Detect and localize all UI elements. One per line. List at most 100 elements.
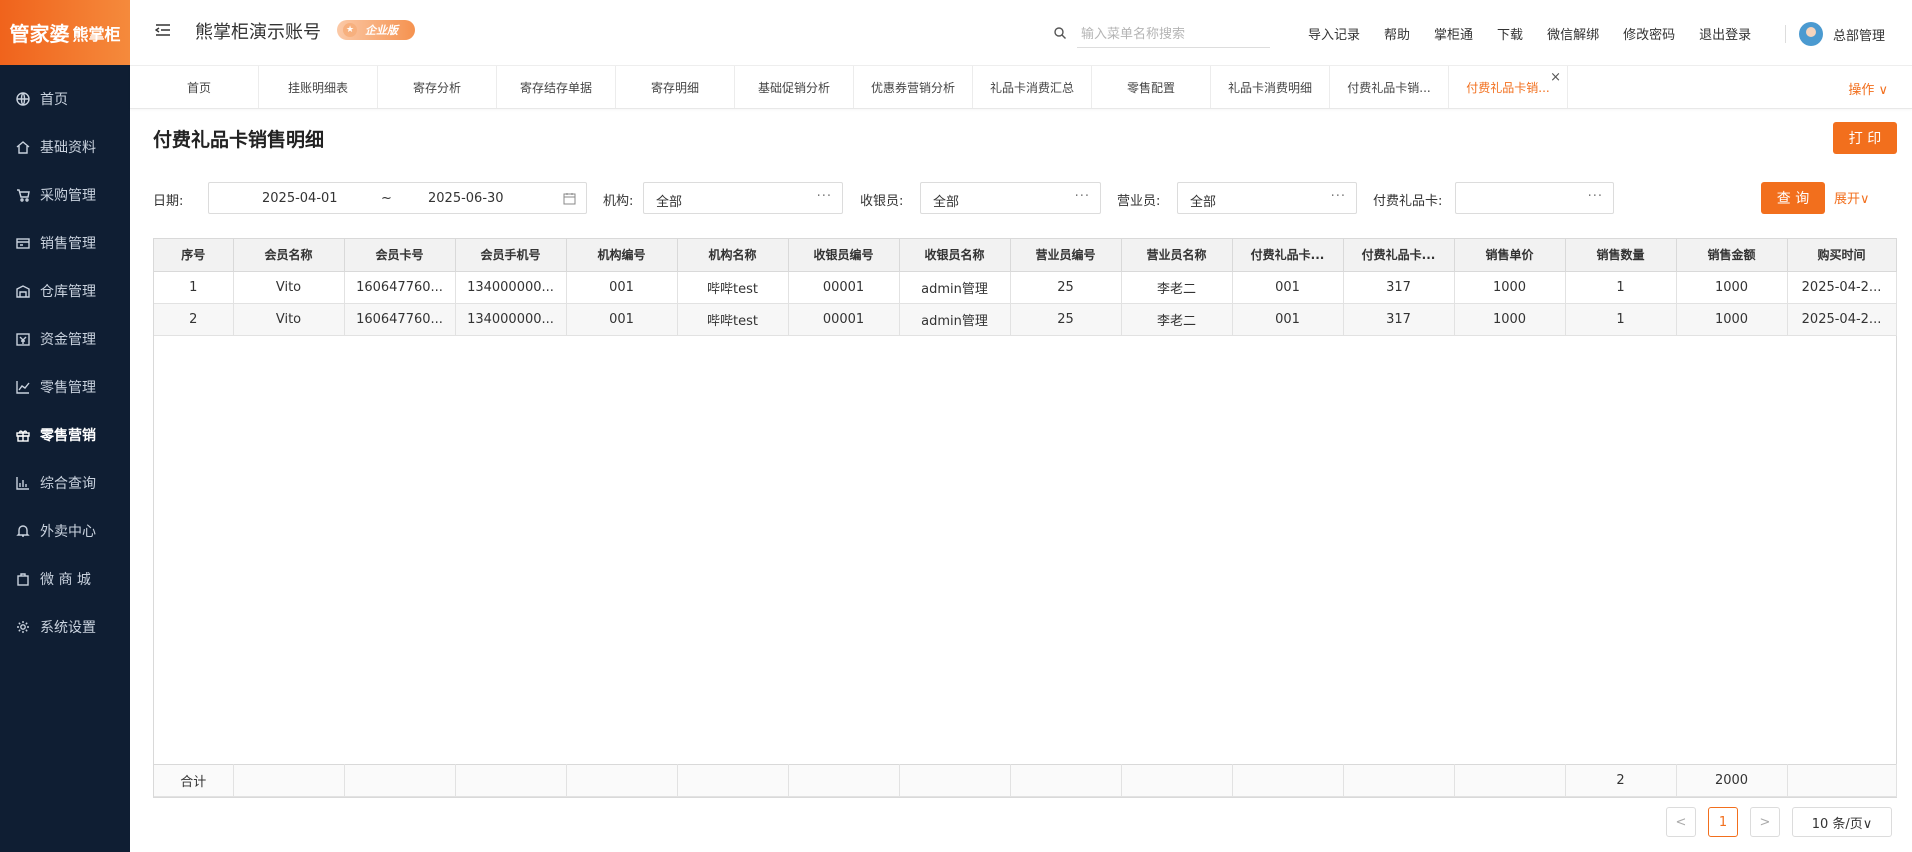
table-row[interactable]: 2 Vito 160647760... 134000000... 001 哔哔t… — [154, 303, 1897, 336]
sidebar-item-label: 首页 — [40, 92, 68, 108]
sidebar-item-retail-marketing[interactable]: 零售营销 — [0, 411, 130, 459]
table-cell: 2 — [154, 303, 234, 336]
table-cell: 哔哔test — [677, 303, 789, 336]
cashier-label: 收银员: — [860, 194, 904, 209]
summary-cell — [1454, 764, 1566, 797]
column-header[interactable]: 销售单价 — [1454, 239, 1566, 272]
link-download[interactable]: 下载 — [1497, 24, 1523, 43]
chart-icon — [16, 380, 30, 394]
link-wechat-unbind[interactable]: 微信解绑 — [1547, 24, 1599, 43]
column-header[interactable]: 序号 — [154, 239, 234, 272]
sidebar-item-label: 资金管理 — [40, 332, 96, 348]
link-help[interactable]: 帮助 — [1384, 24, 1410, 43]
column-header[interactable]: 营业员编号 — [1010, 239, 1122, 272]
link-change-password[interactable]: 修改密码 — [1623, 24, 1675, 43]
column-header[interactable]: 营业员名称 — [1121, 239, 1233, 272]
tab-paid-giftcard-sales-detail[interactable]: 付费礼品卡销... × — [1449, 66, 1568, 108]
user-menu[interactable]: 总部管理 — [1785, 22, 1886, 46]
expand-toggle[interactable]: 展开∨ — [1834, 188, 1870, 207]
divider — [1785, 25, 1786, 43]
tab-retail-config[interactable]: 零售配置 — [1092, 66, 1211, 108]
globe-icon — [16, 92, 30, 106]
operations-menu[interactable]: 操作 ∨ — [1848, 79, 1888, 98]
search-icon[interactable] — [1053, 26, 1067, 40]
column-header[interactable]: 会员卡号 — [344, 239, 456, 272]
table-cell: 25 — [1010, 271, 1122, 304]
tab-coupon-analysis[interactable]: 优惠券营销分析 — [854, 66, 973, 108]
tab-credit-detail[interactable]: 挂账明细表 — [259, 66, 378, 108]
column-header[interactable]: 销售金额 — [1676, 239, 1788, 272]
sidebar-item-retail[interactable]: 零售管理 — [0, 363, 130, 411]
giftcard-select[interactable]: ··· — [1455, 182, 1614, 214]
column-header[interactable]: 付费礼品卡... — [1343, 239, 1455, 272]
brand-logo[interactable]: 管家婆 熊掌柜 — [0, 0, 130, 65]
link-zhangguitong[interactable]: 掌柜通 — [1434, 24, 1473, 43]
column-header[interactable]: 收银员名称 — [899, 239, 1011, 272]
tab-home[interactable]: 首页 — [140, 66, 259, 108]
sidebar-item-query[interactable]: 综合查询 — [0, 459, 130, 507]
header-links: 导入记录 帮助 掌柜通 下载 微信解绑 修改密码 退出登录 — [1308, 24, 1775, 43]
more-icon[interactable]: ··· — [1588, 189, 1603, 204]
column-header[interactable]: 付费礼品卡... — [1232, 239, 1344, 272]
prev-page-button[interactable]: < — [1666, 807, 1696, 837]
table-row[interactable]: 1 Vito 160647760... 134000000... 001 哔哔t… — [154, 271, 1897, 304]
close-icon[interactable]: × — [1550, 70, 1561, 85]
tab-giftcard-summary[interactable]: 礼品卡消费汇总 — [973, 66, 1092, 108]
print-button[interactable]: 打 印 — [1833, 122, 1897, 154]
sidebar-item-basic-data[interactable]: 基础资料 — [0, 123, 130, 171]
sidebar-item-mall[interactable]: 微 商 城 — [0, 555, 130, 603]
sidebar-item-purchase[interactable]: 采购管理 — [0, 171, 130, 219]
clerk-select[interactable]: 全部 ··· — [1177, 182, 1357, 214]
table-cell: 00001 — [788, 303, 900, 336]
query-button[interactable]: 查 询 — [1761, 182, 1825, 214]
bar-chart-icon — [16, 476, 30, 490]
tab-giftcard-detail[interactable]: 礼品卡消费明细 — [1211, 66, 1330, 108]
date-start: 2025-04-01 — [262, 191, 338, 206]
search-input[interactable] — [1077, 22, 1270, 48]
column-header[interactable]: 购买时间 — [1787, 239, 1897, 272]
tab-storage-detail[interactable]: 寄存明细 — [616, 66, 735, 108]
more-icon[interactable]: ··· — [817, 189, 832, 204]
cashier-value: 全部 — [933, 195, 960, 210]
sidebar-item-delivery[interactable]: 外卖中心 — [0, 507, 130, 555]
column-header[interactable]: 机构名称 — [677, 239, 789, 272]
column-header[interactable]: 机构编号 — [566, 239, 678, 272]
tab-storage-balance[interactable]: 寄存结存单据 — [497, 66, 616, 108]
tab-label: 寄存明细 — [650, 80, 699, 95]
sidebar-item-home[interactable]: 首页 — [0, 75, 130, 123]
table-cell: 160647760... — [344, 303, 456, 336]
column-header[interactable]: 销售数量 — [1565, 239, 1677, 272]
page-size-select[interactable]: 10 条/页∨ — [1792, 807, 1892, 837]
org-select[interactable]: 全部 ··· — [643, 182, 843, 214]
more-icon[interactable]: ··· — [1331, 189, 1346, 204]
summary-cell: 2 — [1565, 764, 1677, 797]
column-header[interactable]: 会员名称 — [233, 239, 345, 272]
tab-storage-analysis[interactable]: 寄存分析 — [378, 66, 497, 108]
logo-sub: 熊掌柜 — [72, 24, 121, 44]
page-number-button[interactable]: 1 — [1708, 807, 1738, 837]
table-cell: 1000 — [1676, 271, 1788, 304]
column-header[interactable]: 收银员编号 — [788, 239, 900, 272]
user-name: 总部管理 — [1833, 28, 1886, 44]
menu-fold-icon[interactable] — [155, 22, 171, 38]
link-logout[interactable]: 退出登录 — [1699, 24, 1751, 43]
table-cell: 160647760... — [344, 271, 456, 304]
tab-promo-analysis[interactable]: 基础促销分析 — [735, 66, 854, 108]
cashier-select[interactable]: 全部 ··· — [920, 182, 1101, 214]
tab-paid-giftcard-sales-1[interactable]: 付费礼品卡销... — [1330, 66, 1449, 108]
column-header[interactable]: 会员手机号 — [455, 239, 567, 272]
date-range-picker[interactable]: 2025-04-01 ~ 2025-06-30 — [208, 182, 587, 214]
sidebar-item-settings[interactable]: 系统设置 — [0, 603, 130, 651]
sidebar-item-label: 零售营销 — [40, 428, 96, 444]
table-cell: 李老二 — [1121, 271, 1233, 304]
sidebar-item-funds[interactable]: 资金管理 — [0, 315, 130, 363]
sidebar-item-warehouse[interactable]: 仓库管理 — [0, 267, 130, 315]
more-icon[interactable]: ··· — [1075, 189, 1090, 204]
logo-main: 管家婆 — [9, 22, 70, 46]
tab-label: 寄存分析 — [412, 80, 461, 95]
summary-cell — [788, 764, 900, 797]
sidebar-item-label: 销售管理 — [40, 236, 96, 252]
sidebar-item-sales[interactable]: 销售管理 — [0, 219, 130, 267]
next-page-button[interactable]: > — [1750, 807, 1780, 837]
link-import-records[interactable]: 导入记录 — [1308, 24, 1360, 43]
